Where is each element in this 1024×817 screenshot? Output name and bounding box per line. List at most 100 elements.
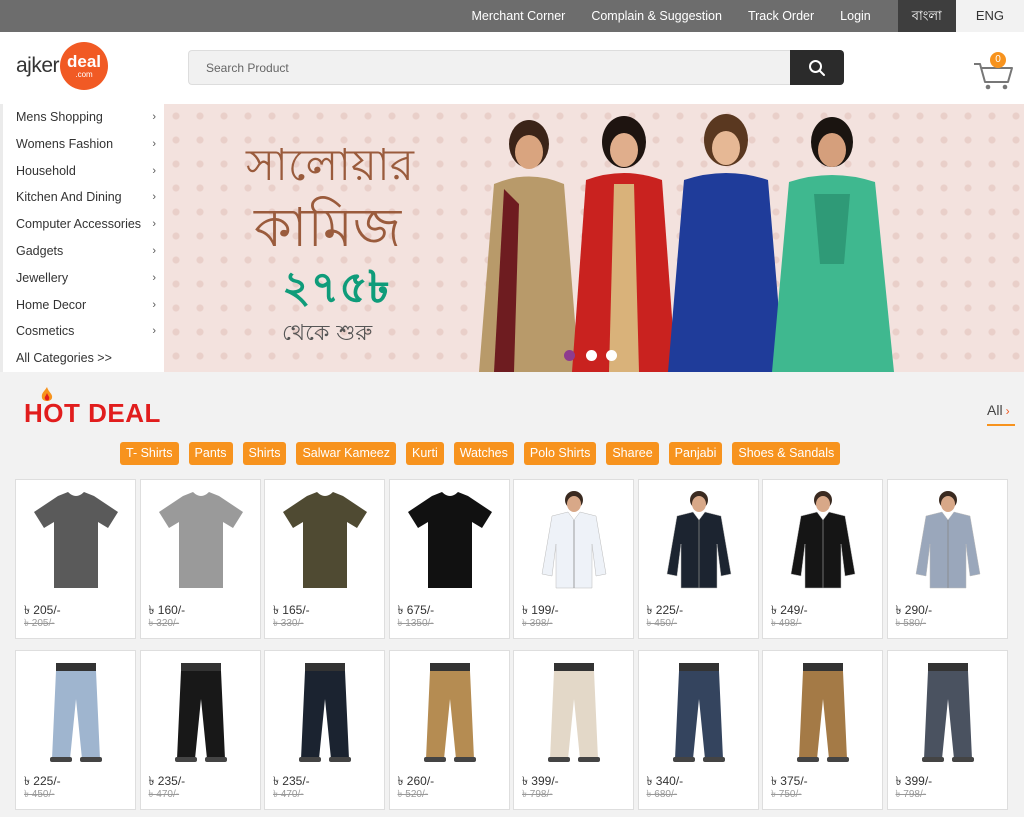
product-image[interactable] — [898, 655, 998, 767]
sidebar-item-label: All Categories >> — [16, 351, 112, 366]
product-old-price: ৳ 798/- — [522, 789, 553, 800]
product-image[interactable] — [649, 655, 749, 767]
search-button[interactable] — [790, 50, 844, 85]
top-links: Merchant Corner Complain & Suggestion Tr… — [459, 0, 1024, 32]
site-header: ajker deal .com 0 — [0, 32, 1024, 104]
promo-banner[interactable]: সালোয়ার কামিজ ২৭৫৳ থেকে শুরু — [164, 104, 1024, 372]
product-image[interactable] — [275, 484, 375, 596]
banner-subtitle: থেকে শুরু — [282, 321, 373, 346]
product-card[interactable]: ৳ 199/- ৳ 398/- — [513, 479, 634, 639]
language-english-button[interactable]: ENG — [955, 0, 1024, 32]
product-image[interactable] — [898, 484, 998, 596]
carousel-dot-1[interactable] — [564, 350, 575, 361]
product-card[interactable]: ৳ 235/- ৳ 470/- — [139, 650, 261, 810]
sidebar-item-kitchen-and-dining[interactable]: Kitchen And Dining › — [3, 184, 164, 211]
category-pill-pants[interactable]: Pants — [188, 442, 233, 465]
product-image[interactable] — [151, 484, 251, 596]
product-image[interactable] — [275, 655, 375, 767]
product-card[interactable]: ৳ 399/- ৳ 798/- — [513, 650, 634, 810]
product-image[interactable] — [649, 484, 749, 596]
product-image[interactable] — [151, 655, 251, 767]
product-image[interactable] — [26, 484, 126, 596]
category-pill-shoes-sandals[interactable]: Shoes & Sandals — [732, 442, 841, 465]
product-card[interactable]: ৳ 249/- ৳ 498/- — [762, 479, 883, 639]
product-card[interactable]: ৳ 225/- ৳ 450/- — [637, 479, 759, 639]
product-image[interactable] — [400, 655, 500, 767]
top-bar: Merchant Corner Complain & Suggestion Tr… — [0, 0, 1024, 32]
sidebar-item-all-categories[interactable]: All Categories >> — [3, 345, 164, 372]
product-old-price: ৳ 470/- — [148, 789, 180, 800]
sidebar-item-label: Womens Fashion — [16, 136, 114, 151]
complain-suggestion-link[interactable]: Complain & Suggestion — [578, 0, 735, 32]
product-image[interactable] — [26, 655, 126, 767]
carousel-dot-2[interactable] — [586, 350, 597, 361]
product-card[interactable]: ৳ 225/- ৳ 450/- — [15, 650, 136, 810]
chevron-right-icon: › — [1005, 404, 1010, 418]
product-old-price: ৳ 205/- — [24, 618, 55, 629]
category-pill-watches[interactable]: Watches — [453, 442, 514, 465]
sidebar-item-computer-accessories[interactable]: Computer Accessories › — [3, 211, 164, 238]
product-old-price: ৳ 498/- — [771, 618, 802, 629]
category-pill-panjabi[interactable]: Panjabi — [668, 442, 723, 465]
sidebar-item-womens-fashion[interactable]: Womens Fashion › — [3, 131, 164, 158]
track-order-link[interactable]: Track Order — [735, 0, 827, 32]
product-old-price: ৳ 680/- — [646, 789, 678, 800]
product-old-price: ৳ 450/- — [646, 618, 678, 629]
product-card[interactable]: ৳ 235/- ৳ 470/- — [264, 650, 385, 810]
site-logo[interactable]: ajker deal .com — [16, 42, 109, 90]
product-card[interactable]: ৳ 260/- ৳ 520/- — [388, 650, 510, 810]
product-old-price: ৳ 450/- — [24, 789, 55, 800]
sidebar-item-mens-shopping[interactable]: Mens Shopping › — [3, 104, 164, 131]
product-old-price: ৳ 398/- — [522, 618, 553, 629]
category-pill-shirts[interactable]: Shirts — [242, 442, 287, 465]
sidebar-item-label: Mens Shopping — [16, 110, 103, 124]
product-image[interactable] — [773, 655, 873, 767]
chevron-right-icon: › — [152, 111, 156, 123]
sidebar-item-cosmetics[interactable]: Cosmetics › — [3, 318, 164, 345]
category-pill-polo-shirts[interactable]: Polo Shirts — [523, 442, 597, 465]
hot-deal-category-filters: T- Shirts Pants Shirts Salwar Kameez Kur… — [120, 442, 841, 465]
product-card[interactable]: ৳ 399/- ৳ 798/- — [886, 650, 1008, 810]
sidebar-item-jewellery[interactable]: Jewellery › — [3, 265, 164, 292]
cart-button[interactable]: 0 — [972, 52, 1014, 90]
product-image[interactable] — [773, 484, 873, 596]
sidebar-item-home-decor[interactable]: Home Decor › — [3, 292, 164, 319]
category-pill-sharee[interactable]: Sharee — [606, 442, 659, 465]
product-image[interactable] — [524, 655, 624, 767]
product-card[interactable]: ৳ 290/- ৳ 580/- — [886, 479, 1008, 639]
product-old-price: ৳ 580/- — [895, 618, 927, 629]
category-sidebar: Mens Shopping › Womens Fashion › Household… — [0, 104, 164, 372]
all-label: All — [987, 402, 1003, 418]
chevron-right-icon: › — [152, 164, 156, 177]
login-link[interactable]: Login — [827, 0, 884, 32]
product-image[interactable] — [524, 484, 624, 596]
product-card[interactable]: ৳ 675/- ৳ 1350/- — [388, 479, 510, 639]
sidebar-item-gadgets[interactable]: Gadgets › — [3, 238, 164, 265]
banner-models-image — [479, 114, 894, 372]
product-card[interactable]: ৳ 165/- ৳ 330/- — [264, 479, 385, 639]
logo-word: ajker — [16, 54, 60, 77]
sidebar-item-label: Cosmetics — [16, 324, 75, 339]
merchant-corner-link[interactable]: Merchant Corner — [459, 0, 579, 32]
category-pill-tshirts[interactable]: T- Shirts — [120, 442, 179, 465]
product-old-price: ৳ 520/- — [397, 789, 429, 800]
logo-badge: deal .com — [60, 42, 109, 90]
carousel-dot-3[interactable] — [606, 350, 617, 361]
chevron-right-icon: › — [152, 218, 156, 231]
chevron-right-icon: › — [152, 137, 156, 150]
product-card[interactable]: ৳ 205/- ৳ 205/- — [15, 479, 136, 639]
product-card[interactable]: ৳ 160/- ৳ 320/- — [139, 479, 261, 639]
product-card[interactable]: ৳ 375/- ৳ 750/- — [762, 650, 883, 810]
product-old-price: ৳ 330/- — [273, 618, 304, 629]
category-pill-kurti[interactable]: Kurti — [406, 442, 444, 465]
hot-deal-all-link[interactable]: All › — [987, 402, 1015, 426]
category-pill-salwar-kameez[interactable]: Salwar Kameez — [296, 442, 397, 465]
sidebar-item-household[interactable]: Household › — [3, 158, 164, 185]
sidebar-item-label: Home Decor — [16, 297, 87, 312]
language-bangla-button[interactable]: বাংলা — [897, 0, 956, 32]
product-image[interactable] — [400, 484, 500, 596]
search-input[interactable] — [188, 50, 790, 85]
sidebar-item-label: Household — [16, 163, 76, 178]
product-card[interactable]: ৳ 340/- ৳ 680/- — [637, 650, 759, 810]
search-bar — [188, 50, 844, 85]
